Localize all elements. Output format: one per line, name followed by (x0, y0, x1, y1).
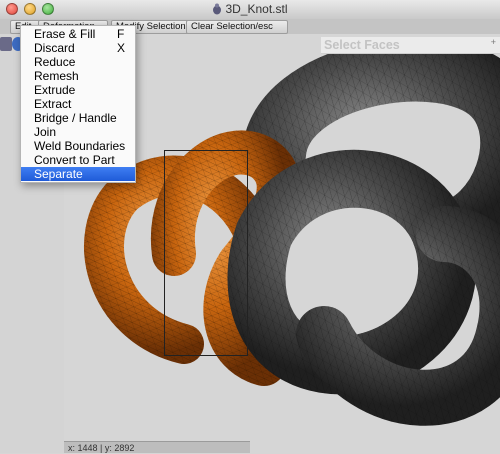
menu-item-extrude[interactable]: Extrude (21, 83, 135, 97)
menu-item-join[interactable]: Join (21, 125, 135, 139)
status-bar: x: 1448 | y: 2892 (64, 441, 250, 453)
menu-item-label: Erase & Fill (34, 27, 95, 41)
menu-item-label: Convert to Part (34, 153, 115, 167)
select-faces-title: Select Faces (324, 38, 400, 52)
menu-item-label: Separate (34, 167, 83, 181)
menu-item-discard[interactable]: Discard X (21, 41, 135, 55)
menu-item-label: Join (34, 125, 56, 139)
menu-item-convert-to-part[interactable]: Convert to Part (21, 153, 135, 167)
meshmix-tool-icon[interactable] (0, 37, 12, 51)
menu-item-label: Extrude (34, 83, 75, 97)
menu-item-label: Reduce (34, 55, 75, 69)
menu-item-label: Discard (34, 41, 75, 55)
select-faces-panel[interactable]: Select Faces + (321, 37, 500, 54)
menu-item-weld-boundaries[interactable]: Weld Boundaries (21, 139, 135, 153)
menu-item-extract[interactable]: Extract (21, 97, 135, 111)
selection-rectangle (164, 150, 248, 356)
stl-document-icon (212, 3, 222, 15)
menu-item-label: Extract (34, 97, 71, 111)
menu-item-label: Remesh (34, 69, 79, 83)
menu-shortcut: X (117, 41, 125, 55)
menu-item-separate[interactable]: Separate (21, 167, 135, 181)
menu-item-reduce[interactable]: Reduce (21, 55, 135, 69)
window-title-wrap: 3D_Knot.stl (0, 2, 500, 16)
cursor-coordinates: x: 1448 | y: 2892 (68, 443, 134, 453)
title-bar: 3D_Knot.stl (0, 0, 500, 20)
mesh-gray-front-loops (257, 179, 500, 398)
menu-item-erase-fill[interactable]: Erase & Fill F (21, 27, 135, 41)
clear-selection-button[interactable]: Clear Selection/esc (186, 20, 288, 34)
edit-dropdown-menu: Erase & Fill F Discard X Reduce Remesh E… (20, 25, 136, 183)
menu-item-bridge-handle[interactable]: Bridge / Handle (21, 111, 135, 125)
menu-shortcut: F (117, 27, 124, 41)
window-title: 3D_Knot.stl (225, 2, 287, 16)
menu-item-label: Weld Boundaries (34, 139, 125, 153)
menu-item-label: Bridge / Handle (34, 111, 117, 125)
menu-item-remesh[interactable]: Remesh (21, 69, 135, 83)
expand-panel-icon[interactable]: + (491, 37, 496, 47)
